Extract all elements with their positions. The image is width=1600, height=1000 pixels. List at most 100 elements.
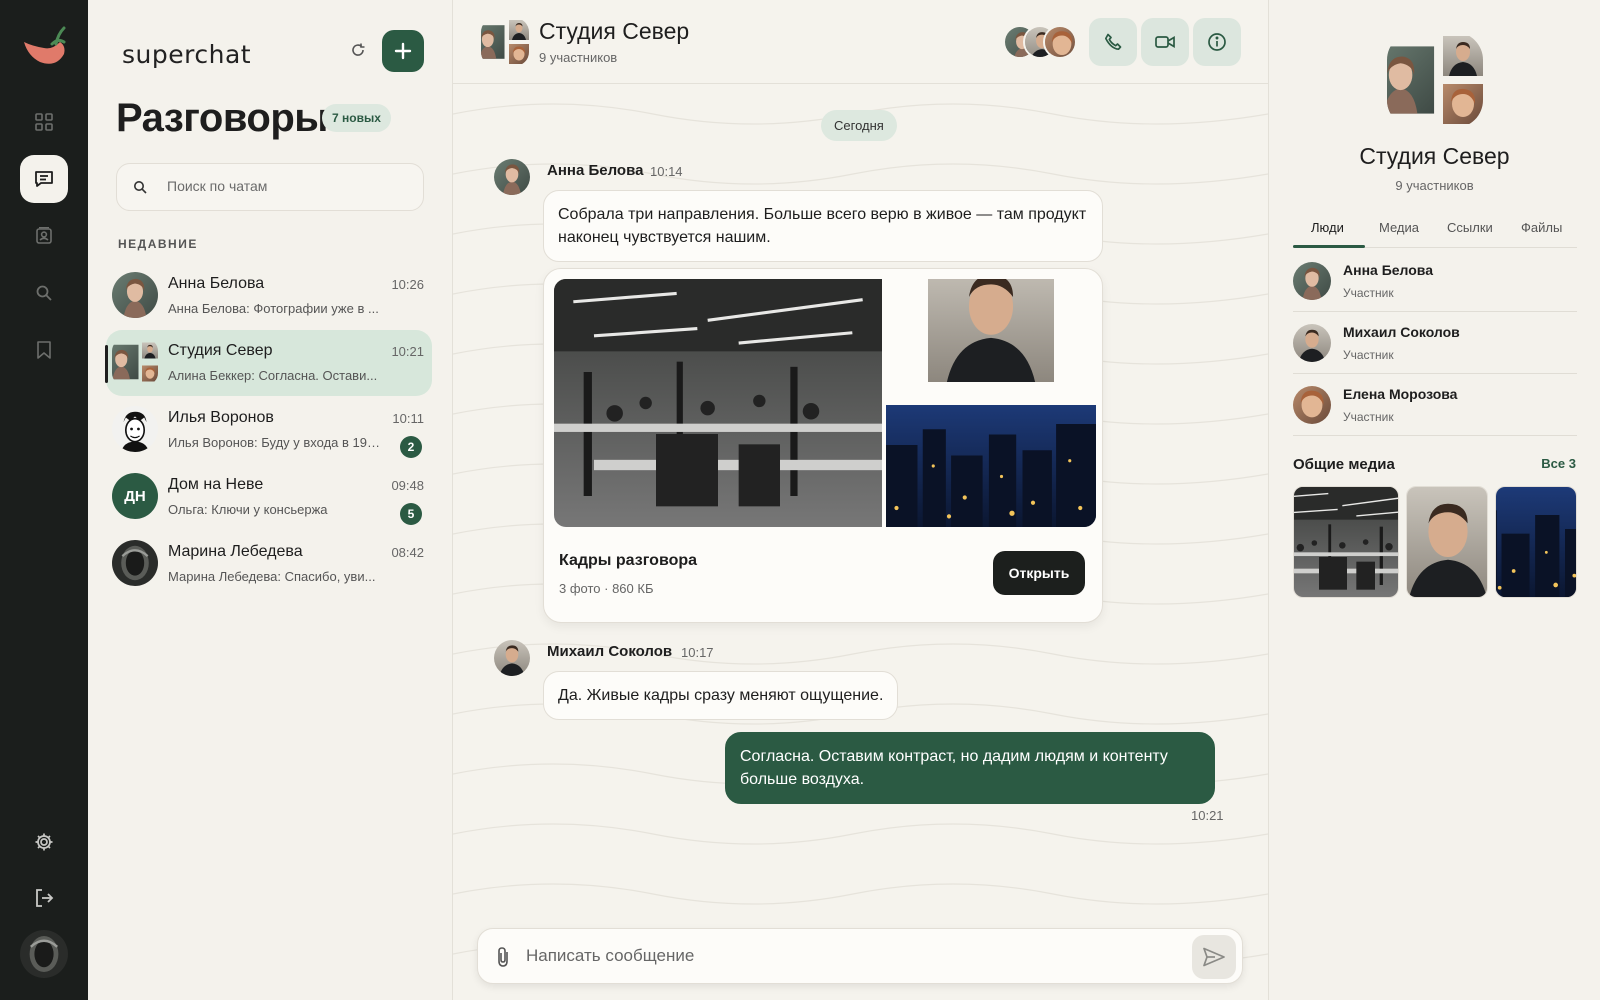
plus-icon (394, 42, 412, 60)
member-role: Участник (1343, 410, 1394, 424)
video-call-button[interactable] (1141, 18, 1189, 66)
group-avatar[interactable] (481, 18, 529, 66)
logout-icon[interactable] (20, 874, 68, 922)
contacts-icon[interactable] (20, 212, 68, 260)
open-attachment-button[interactable]: Открыть (993, 551, 1085, 595)
group-avatar (112, 339, 158, 385)
group-title: Студия Север (1359, 143, 1510, 169)
shared-media-thumbnail[interactable] (1293, 486, 1399, 598)
tab-links[interactable]: Ссылки (1447, 220, 1493, 235)
details-panel: Студия Север 9 участников Люди Медиа Ссы… (1268, 0, 1600, 1000)
media-attachment-card[interactable]: Кадры разговора 3 фото · 860 КБ Открыть (543, 268, 1103, 623)
tab-files[interactable]: Файлы (1521, 220, 1562, 235)
search-input[interactable] (167, 178, 407, 194)
my-message-bubble: Согласна. Оставим контраст, но дадим люд… (725, 732, 1215, 804)
conversations-panel: superchat Разговоры 7 новых НЕДАВНИЕ Анн… (88, 0, 453, 1000)
chat-time: 09:48 (391, 478, 424, 493)
navigation-rail (0, 0, 88, 1000)
member-role: Участник (1343, 348, 1394, 362)
chat-item-dom-na-neve[interactable]: ДН Дом на Неве 09:48 Ольга: Ключи у конс… (106, 464, 432, 530)
member-name: Елена Морозова (1343, 386, 1458, 402)
shared-media-all-link[interactable]: Все 3 (1541, 456, 1576, 471)
member-item[interactable]: Елена Морозова Участник (1293, 374, 1577, 436)
settings-icon[interactable] (20, 818, 68, 866)
chat-preview: Ольга: Ключи у консьержа (168, 502, 328, 517)
chat-time: 10:21 (391, 344, 424, 359)
unread-badge: 5 (400, 503, 422, 525)
conversation-title: Студия Север (539, 18, 690, 44)
active-tab-indicator (1293, 245, 1365, 248)
member-role: Участник (1343, 286, 1394, 300)
send-icon (1203, 947, 1225, 967)
video-icon (1155, 36, 1175, 48)
search-icon[interactable] (20, 269, 68, 317)
shared-media-title: Общие медиа (1293, 456, 1395, 473)
refresh-icon[interactable] (350, 42, 368, 60)
chat-preview: Алина Беккер: Согласна. Остави... (168, 368, 378, 383)
group-avatar (1387, 32, 1483, 128)
photo-thumbnail[interactable] (886, 405, 1096, 527)
conversation-panel: Студия Север 9 участников Сегодня Анна Б… (453, 0, 1268, 1000)
avatar (112, 540, 158, 586)
message-composer (477, 928, 1243, 984)
chat-search[interactable] (116, 163, 424, 211)
avatar (1293, 262, 1331, 300)
tab-media[interactable]: Медиа (1379, 220, 1419, 235)
info-button[interactable] (1193, 18, 1241, 66)
avatar (112, 272, 158, 318)
current-user-avatar[interactable] (20, 930, 68, 978)
member-item[interactable]: Анна Белова Участник (1293, 250, 1577, 312)
chat-time: 08:42 (391, 545, 424, 560)
chat-name: Илья Воронов (168, 409, 274, 426)
section-label-recent: НЕДАВНИЕ (118, 237, 198, 251)
shared-media-thumbnail[interactable] (1495, 486, 1577, 598)
message-time: 10:14 (650, 164, 683, 179)
brand-name: superchat (122, 40, 252, 69)
avatar[interactable] (494, 159, 530, 195)
paperclip-icon[interactable] (496, 946, 510, 968)
chat-icon[interactable] (20, 155, 68, 203)
chat-item-ilya[interactable]: Илья Воронов 10:11 Илья Воронов: Буду у … (106, 397, 432, 463)
message-input[interactable] (526, 946, 1166, 966)
member-name: Михаил Соколов (1343, 324, 1460, 340)
message-bubble: Да. Живые кадры сразу меняют ощущение. (543, 671, 899, 720)
chili-logo-icon[interactable] (18, 22, 70, 74)
send-button[interactable] (1192, 935, 1236, 979)
conversation-header: Студия Север 9 участников (453, 0, 1268, 84)
brand-logo: superchat (122, 40, 252, 74)
chat-preview: Илья Воронов: Буду у входа в 19:... (168, 435, 380, 450)
avatar (112, 406, 158, 452)
participants-count: 9 участников (539, 50, 618, 65)
photo-thumbnail[interactable] (554, 279, 882, 527)
tab-people[interactable]: Люди (1311, 220, 1344, 235)
chat-name: Анна Белова (168, 275, 265, 292)
avatar (1293, 386, 1331, 424)
unread-badge: 2 (400, 436, 422, 458)
message-time: 10:21 (1191, 808, 1224, 823)
member-item[interactable]: Михаил Соколов Участник (1293, 312, 1577, 374)
chat-name: Студия Север (168, 342, 273, 359)
info-icon (1208, 33, 1226, 51)
avatar: ДН (112, 473, 158, 519)
attachment-meta: 3 фото · 860 КБ (559, 581, 654, 596)
message-bubble: Собрала три направления. Больше всего ве… (543, 190, 1103, 262)
chat-item-marina[interactable]: Марина Лебедева 08:42 Марина Лебедева: С… (106, 531, 432, 597)
bookmark-icon[interactable] (20, 326, 68, 374)
grid-icon[interactable] (20, 98, 68, 146)
shared-media-thumbnail[interactable] (1406, 486, 1488, 598)
new-chat-button[interactable] (382, 30, 424, 72)
page-title: Разговоры (116, 96, 328, 140)
participants-stack[interactable] (1003, 25, 1083, 61)
chat-item-studio-sever[interactable]: Студия Север 10:21 Алина Беккер: Согласн… (105, 330, 432, 396)
call-button[interactable] (1089, 18, 1137, 66)
chat-item-anna[interactable]: Анна Белова 10:26 Анна Белова: Фотографи… (106, 263, 432, 329)
avatar (1043, 25, 1077, 59)
new-count-badge: 7 новых (322, 104, 391, 132)
message-sender: Анна Белова (547, 162, 644, 179)
photo-thumbnail[interactable] (886, 279, 1096, 401)
message-sender: Михаил Соколов (547, 643, 673, 660)
phone-icon (1104, 33, 1122, 51)
chat-name: Дом на Неве (168, 476, 264, 493)
attachment-title: Кадры разговора (559, 552, 698, 569)
avatar[interactable] (494, 640, 530, 676)
